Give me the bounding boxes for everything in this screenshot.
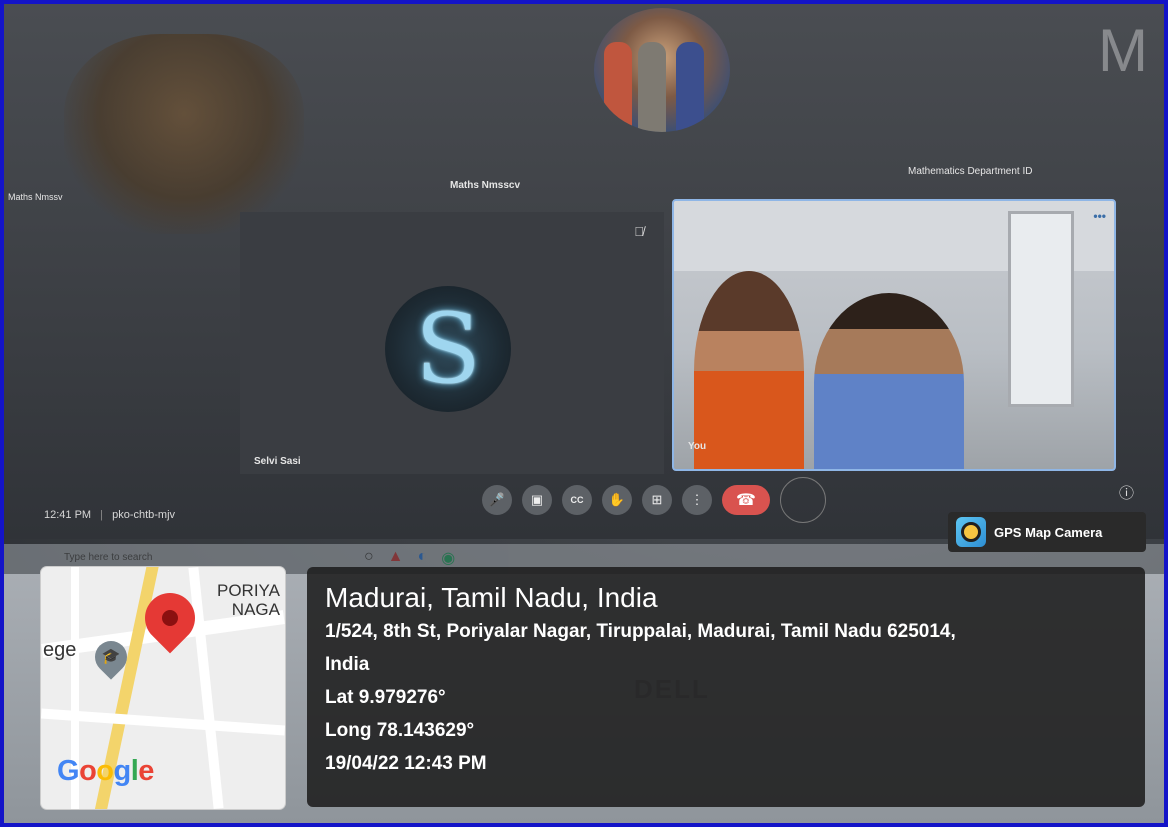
partial-screen-letter: M: [1098, 17, 1148, 84]
more-options-icon[interactable]: •••: [1093, 209, 1106, 223]
divider: |: [100, 509, 104, 521]
location-map-thumbnail: PORIYA NAGA ege 🎓 Google: [41, 567, 285, 809]
participant-name-label: Selvi Sasi: [254, 456, 301, 467]
top-center-participant-label: Maths Nmsscv: [450, 180, 521, 191]
college-pin-icon: 🎓: [88, 634, 134, 680]
location-info-card: Madurai, Tamil Nadu, India 1/524, 8th St…: [307, 567, 1145, 807]
edge-browser-icon[interactable]: ◐: [418, 548, 428, 568]
meeting-screen: Maths Nmssv M Maths Nmsscv Mathematics D…: [4, 4, 1164, 539]
reflection-circle: [780, 477, 826, 523]
more-options-icon[interactable]: ⋮: [682, 485, 712, 515]
end-call-button[interactable]: ☎: [722, 485, 770, 515]
top-right-participant-label: Mathematics Department ID: [908, 166, 1033, 177]
participant-avatar: S: [385, 286, 511, 412]
participant-tile-you[interactable]: ••• You: [672, 199, 1116, 471]
blurred-participant-video: [64, 34, 304, 234]
longitude: Long 78.143629°: [325, 720, 475, 741]
taskbar-search[interactable]: Type here to search: [64, 552, 152, 563]
meeting-controls: 🎤 ▣ CC ✋ ⊞ ⋮ ☎: [482, 477, 826, 523]
captions-icon[interactable]: CC: [562, 485, 592, 515]
date-time: 19/04/22 12:43 PM: [325, 753, 487, 774]
address-line: 1/524, 8th St, Poriyalar Nagar, Tiruppal…: [325, 621, 956, 642]
meeting-info: 12:41 PM | pko-chtb-mjv: [44, 509, 175, 521]
taskbar-app-icons: ○ ▲ ◐ ◉: [364, 548, 455, 568]
search-circle-icon[interactable]: ○: [364, 548, 374, 568]
chrome-icon[interactable]: ◉: [441, 548, 455, 568]
meeting-code: pko-chtb-mjv: [112, 509, 176, 521]
far-left-participant-label: Maths Nmssv: [8, 192, 63, 202]
gps-camera-app-icon: [956, 517, 986, 547]
microphone-icon[interactable]: 🎤: [482, 485, 512, 515]
gps-app-badge: GPS Map Camera: [948, 512, 1146, 552]
google-logo: Google: [57, 755, 154, 787]
raise-hand-icon[interactable]: ✋: [602, 485, 632, 515]
app-icon[interactable]: ▲: [388, 548, 404, 568]
latitude: Lat 9.979276°: [325, 687, 446, 708]
top-participant-avatar: [594, 8, 730, 132]
location-title: Madurai, Tamil Nadu, India: [325, 582, 658, 613]
meeting-time: 12:41 PM: [44, 509, 92, 521]
camera-icon[interactable]: ▣: [522, 485, 552, 515]
address-line: India: [325, 654, 370, 675]
map-area-label: PORIYA NAGA: [217, 581, 280, 619]
muted-mic-icon: 🎙̸: [634, 224, 644, 239]
gps-app-name: GPS Map Camera: [994, 524, 1103, 540]
participant-tile-selvi[interactable]: 🎙̸ S Selvi Sasi: [240, 212, 664, 474]
photo-frame: Maths Nmssv M Maths Nmsscv Mathematics D…: [0, 0, 1168, 827]
present-screen-icon[interactable]: ⊞: [642, 485, 672, 515]
map-place-label: ege: [43, 639, 77, 661]
info-icon[interactable]: ⓘ: [1119, 482, 1134, 503]
participant-name-label: You: [688, 441, 707, 452]
room-window: [1008, 211, 1074, 407]
